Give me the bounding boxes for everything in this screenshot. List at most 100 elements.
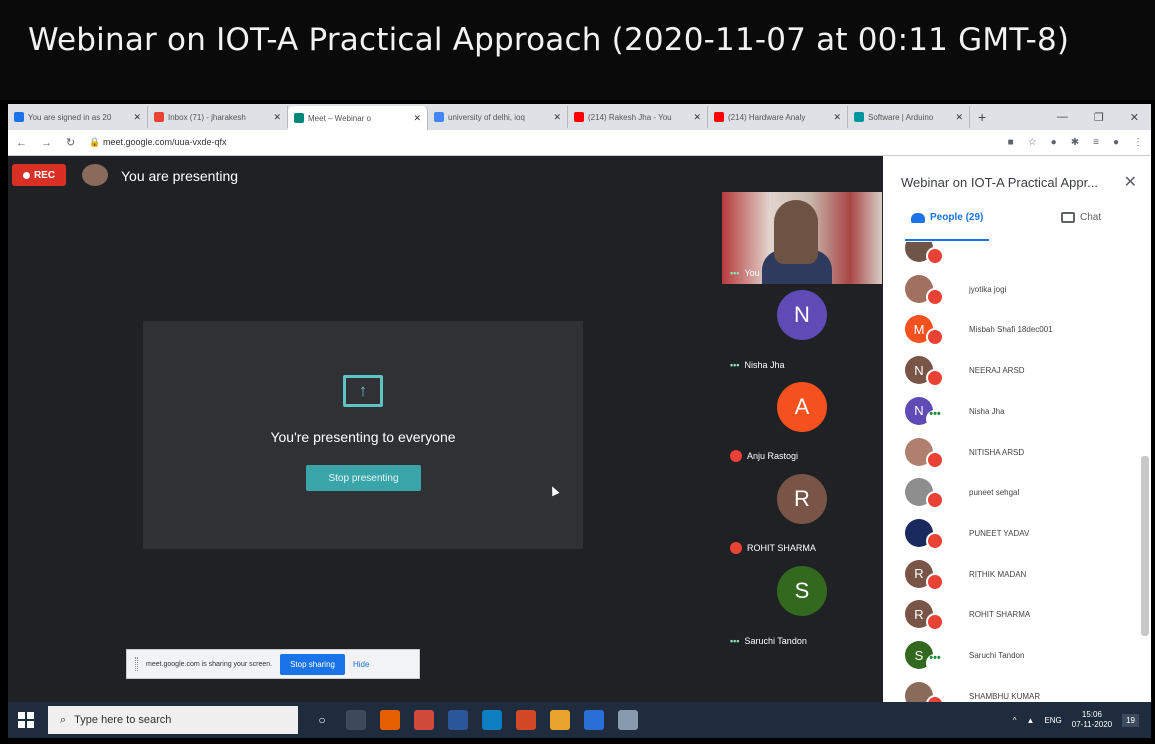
participant-tile[interactable]: A Anju Rastogi [722,376,882,468]
rec-label: REC [33,169,56,181]
new-tab-button[interactable]: + [970,109,994,125]
close-tab-icon[interactable]: ✕ [833,112,841,123]
panel-title: Webinar on IOT-A Practical Appr... [901,175,1099,190]
participant-tile[interactable]: ••• You [722,192,882,284]
participant-name: Anju Rastogi [747,451,799,461]
app-icon-2[interactable] [584,710,604,730]
network-icon[interactable]: ▲ [1027,716,1035,725]
browser-tab[interactable]: Software | Arduino ✕ [848,106,970,128]
puzzle-icon[interactable]: ✱ [1071,137,1079,148]
panel-scrollbar[interactable] [1141,456,1149,636]
close-icon[interactable]: ✕ [1124,172,1137,192]
favicon-icon [14,112,24,122]
browser-tab[interactable]: university of delhi, ioq ✕ [428,106,568,128]
browser-tab[interactable]: Inbox (71) - jharakesh ✕ [148,106,288,128]
participant-tiles: ••• You N ••• Nisha Jha A Anju Rastogi R ROHIT S… [722,192,882,652]
browser-tab-label: You are signed in as 20 [28,112,112,122]
taskbar-search-input[interactable]: ⌕ Type here to search [48,706,298,734]
back-icon[interactable]: ← [16,137,27,149]
list-item[interactable]: NITISHA ARSD [905,436,1145,476]
stop-sharing-button[interactable]: Stop sharing [280,653,345,675]
windows-start-icon[interactable] [18,712,34,728]
screen: Webinar on IOT-A Practical Approach (202… [0,0,1155,744]
list-item[interactable]: S ••• Saruchi Tandon [905,639,1145,679]
list-item[interactable] [905,242,1145,272]
participant-name: RITHIK MADAN [969,569,1027,579]
close-tab-icon[interactable]: ✕ [413,113,421,124]
address-bar: ← → ↻ 🔒 meet.google.com/uua-vxde-qfx ■ ☆… [8,130,1151,156]
list-item[interactable]: SHAMBHU KUMAR [905,680,1145,702]
list-item[interactable]: N ••• Nisha Jha [905,395,1145,435]
participant-tile[interactable]: S ••• Saruchi Tandon [722,560,882,652]
notification-icon[interactable]: 19 [1122,713,1139,727]
extension-icon[interactable]: ● [1051,137,1057,148]
tile-label: ••• Saruchi Tandon [730,636,807,646]
close-tab-icon[interactable]: ✕ [693,112,701,123]
mic-off-icon [730,542,742,554]
participant-name: PUNEET YADAV [969,528,1030,538]
media-icon[interactable]: ≡ [1093,137,1099,148]
forward-icon[interactable]: → [41,137,52,149]
url-field[interactable]: 🔒 meet.google.com/uua-vxde-qfx [89,137,226,148]
drag-handle-icon[interactable] [135,657,138,671]
list-item[interactable]: R RITHIK MADAN [905,558,1145,598]
profile-avatar[interactable]: ● [1113,137,1119,148]
cortana-icon[interactable]: ○ [312,710,332,730]
menu-dots-icon[interactable]: ⋮ [1133,137,1143,148]
word-icon[interactable] [448,710,468,730]
record-dot-icon [22,171,30,179]
mic-off-icon [926,247,944,265]
favicon-icon [574,112,584,122]
browser-tab-label: (214) Rakesh Jha - You [588,112,672,122]
task-view-icon[interactable] [346,710,366,730]
hide-button[interactable]: Hide [353,660,369,669]
avatar: A [777,382,827,432]
reload-icon[interactable]: ↻ [66,136,75,149]
list-item[interactable]: PUNEET YADAV [905,517,1145,557]
camera-icon[interactable]: ■ [1008,137,1014,148]
clock[interactable]: 15:06 07-11-2020 [1072,710,1112,730]
favicon-icon [854,112,864,122]
close-tab-icon[interactable]: ✕ [955,112,963,123]
firefox-icon[interactable] [380,710,400,730]
browser-tab[interactable]: Meet – Webinar o ✕ [288,106,428,130]
browser-tab[interactable]: (214) Rakesh Jha - You ✕ [568,106,708,128]
close-window-icon[interactable]: ✕ [1130,111,1139,124]
participant-tile[interactable]: N ••• Nisha Jha [722,284,882,376]
stop-presenting-button[interactable]: Stop presenting [306,465,421,491]
lang-indicator[interactable]: ENG [1044,716,1061,725]
list-item[interactable]: N NEERAJ ARSD [905,354,1145,394]
list-item[interactable]: jyotika jogi [905,273,1145,313]
chevron-up-icon[interactable]: ^ [1013,716,1017,725]
list-item[interactable]: R ROHIT SHARMA [905,598,1145,638]
edge-icon[interactable] [482,710,502,730]
chat-icon [1061,212,1075,223]
maximize-icon[interactable]: ❐ [1094,111,1104,124]
powerpoint-icon[interactable] [516,710,536,730]
participant-name: NEERAJ ARSD [969,366,1025,376]
app-icon-3[interactable] [618,710,638,730]
mic-off-icon [926,369,944,388]
chrome-icon[interactable] [550,710,570,730]
participant-tile[interactable]: R ROHIT SHARMA [722,468,882,560]
speaking-dots-icon: ••• [730,268,740,278]
close-tab-icon[interactable]: ✕ [553,112,561,123]
browser-tab[interactable]: (214) Hardware Analy ✕ [708,106,848,128]
minimize-icon[interactable]: — [1057,111,1068,124]
active-tab-indicator [905,239,989,241]
app-icon[interactable] [414,710,434,730]
mic-off-icon [926,613,944,632]
tab-people[interactable]: People (29) [911,212,983,223]
tab-chat[interactable]: Chat [1061,212,1101,223]
tile-label: ROHIT SHARMA [730,542,816,554]
list-item[interactable]: M Misbah Shafi 18dec001 [905,313,1145,353]
close-tab-icon[interactable]: ✕ [133,112,141,123]
list-item[interactable]: puneet sehgal [905,476,1145,516]
browser-tab[interactable]: You are signed in as 20 ✕ [8,106,148,128]
close-tab-icon[interactable]: ✕ [273,112,281,123]
bookmark-star-icon[interactable]: ☆ [1028,137,1037,148]
browser-tab-label: university of delhi, ioq [448,112,525,122]
speaking-dots-icon: ••• [730,360,740,370]
people-icon [911,212,925,223]
favicon-icon [714,112,724,122]
